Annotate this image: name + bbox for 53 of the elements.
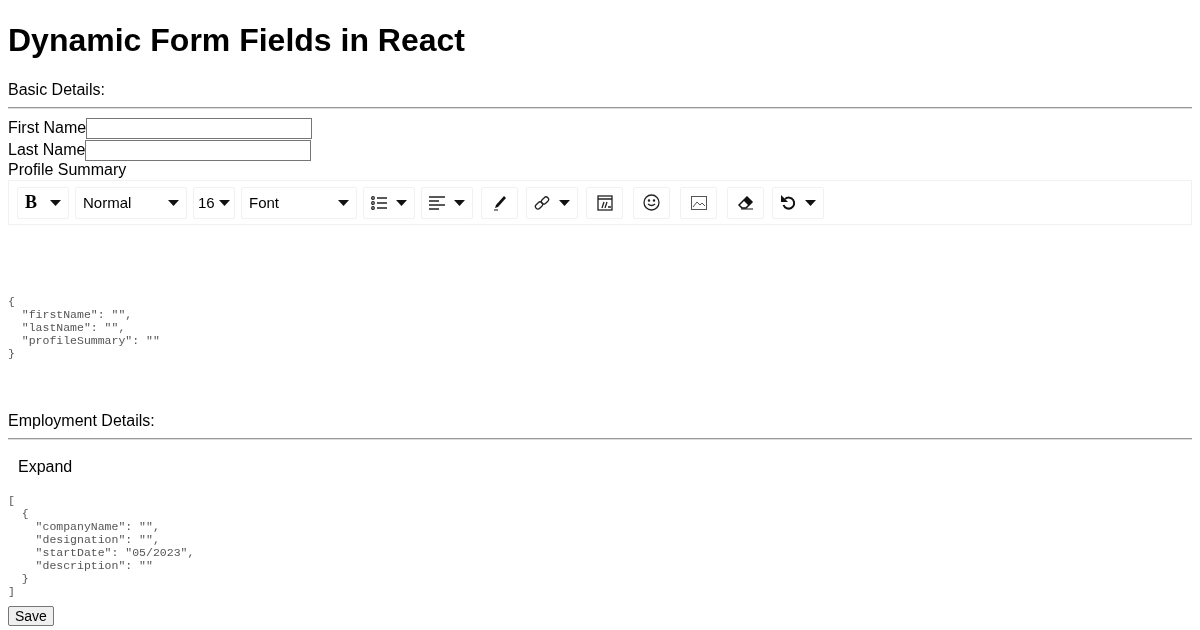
json-line: "companyName": "", [34,520,161,533]
caret-icon [219,199,230,206]
toolbar-dropdown[interactable]: Font [241,186,357,219]
caret-icon [396,199,407,206]
align-left-icon [429,195,445,210]
json-line: "designation": "", [34,533,161,546]
caret-icon [805,199,816,206]
bold-dropdown[interactable]: B [17,186,69,219]
toolbar-dropdown[interactable]: 16 [193,186,235,219]
json-line: { [20,507,30,520]
field-label: Profile Summary [8,161,128,179]
toolbar-button[interactable] [680,186,717,219]
pen-icon [492,194,507,211]
input-field[interactable] [85,139,312,161]
toolbar-button[interactable] [526,186,578,219]
json-line: "lastName": "", [20,321,127,334]
field-label: First Name [8,119,87,137]
toolbar-button[interactable] [363,186,415,219]
section-heading: Employment Details: [8,412,156,430]
code-window-icon [596,194,613,211]
undo-icon [780,194,796,211]
toolbar-dropdown[interactable]: Normal [75,186,187,219]
json-line: "profileSummary": "" [20,334,161,347]
toolbar-button[interactable] [586,186,623,219]
json-line: "firstName": "", [20,308,134,321]
toolbar-button[interactable] [772,186,824,219]
save-button[interactable]: Save [8,606,54,626]
json-line: "startDate": "05/2023", [34,546,196,559]
caret-icon [50,199,61,206]
link-icon [534,194,550,211]
input-field[interactable] [86,117,313,139]
caret-icon [559,199,570,206]
caret-icon [454,199,465,206]
caret-icon [338,199,349,206]
toolbar-button[interactable] [421,186,473,219]
list-icon [371,195,387,210]
caret-icon [168,199,179,206]
toolbar-button[interactable] [727,186,764,219]
section-heading: Basic Details: [8,81,106,99]
json-line: { [8,295,16,308]
smiley-icon [643,194,660,211]
json-line: } [20,572,30,585]
field-label: Last Name [8,141,86,159]
json-line: ] [8,585,16,598]
json-line: [ [8,494,16,507]
expand-button[interactable]: Expand [8,448,83,486]
image-icon [690,195,707,210]
eraser-icon [737,195,754,210]
toolbar-button[interactable] [481,186,518,219]
page-title: Dynamic Form Fields in React [8,22,466,59]
json-line: } [8,347,16,360]
toolbar-button[interactable] [633,186,670,219]
json-line: "description": "" [34,559,154,572]
